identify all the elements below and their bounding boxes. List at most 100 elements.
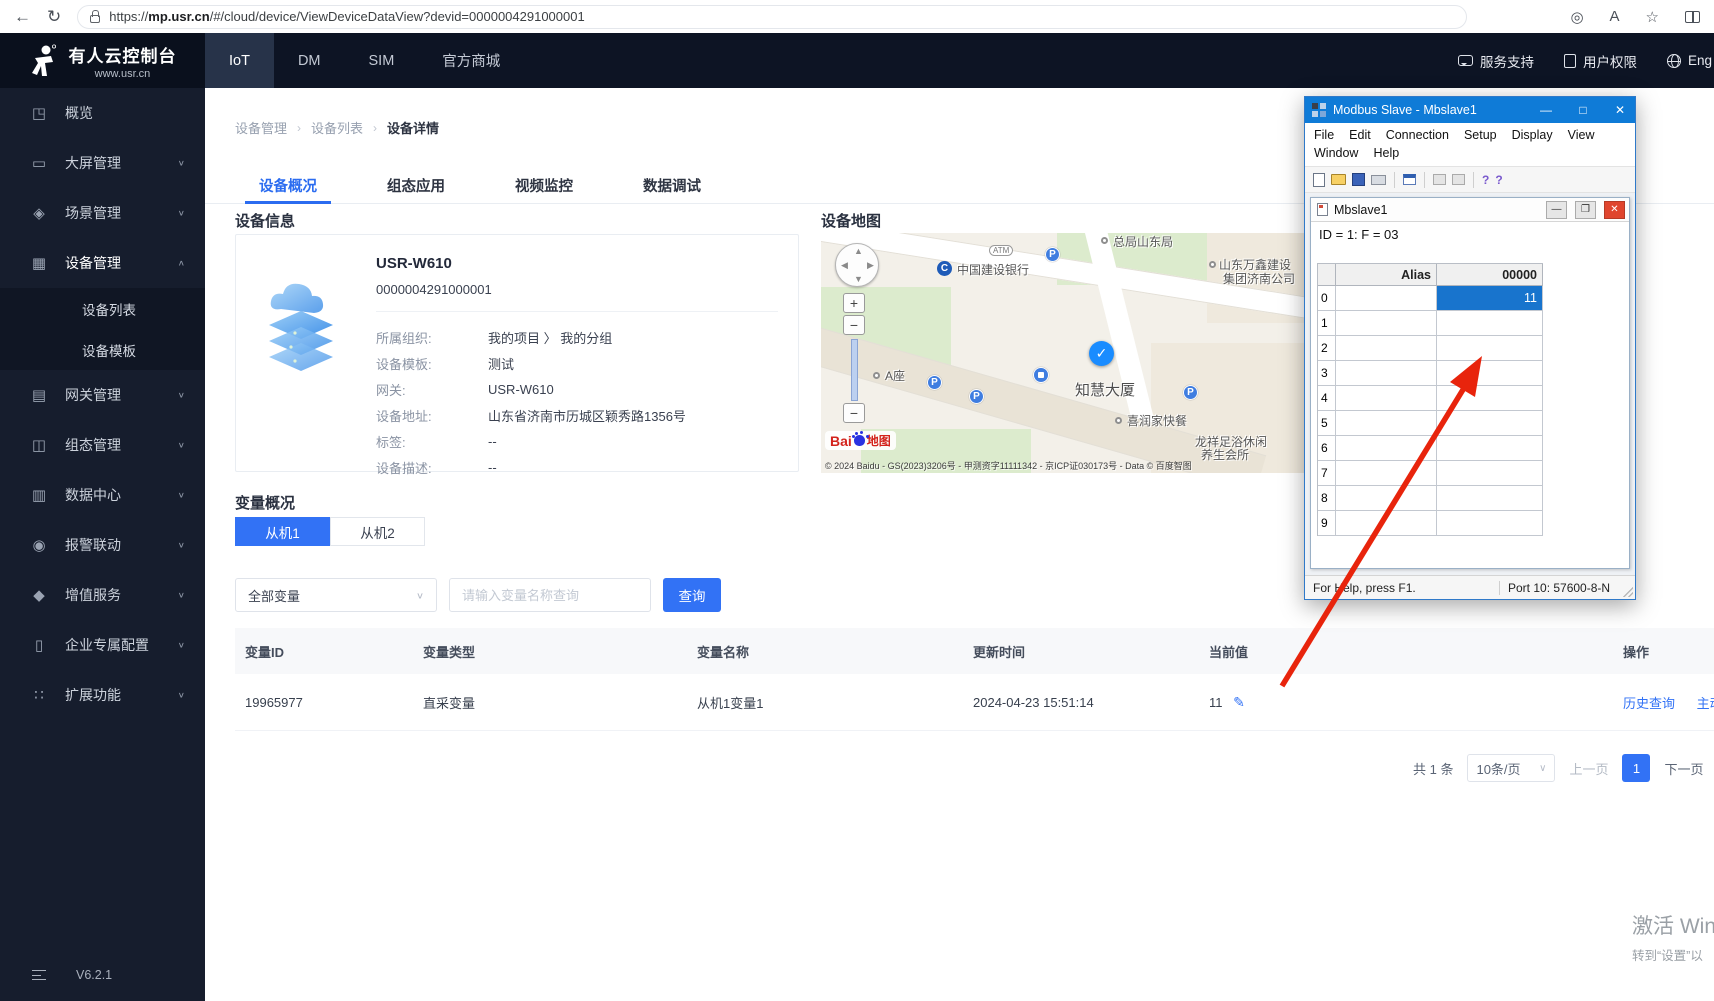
split-screen-icon[interactable]	[1685, 10, 1700, 23]
prev-page-button[interactable]: 上一页	[1569, 759, 1608, 778]
menu-setup[interactable]: Setup	[1464, 128, 1497, 142]
alias-cell[interactable]	[1336, 311, 1437, 336]
sidebar-item-overview[interactable]: ◳ 概览	[0, 88, 205, 138]
map-zoom-out-button[interactable]: −	[843, 315, 865, 335]
resize-grip[interactable]	[1623, 586, 1633, 597]
next-page-button[interactable]: 下一页	[1664, 759, 1703, 778]
child-titlebar[interactable]: Mbslave1 — ❐ ✕	[1311, 198, 1629, 222]
language-switch[interactable]: Eng	[1666, 53, 1712, 68]
map-zoom-out-button[interactable]: −	[843, 403, 865, 423]
tab-data-debugging[interactable]: 数据调试	[619, 168, 725, 203]
read-aloud-icon[interactable]: A	[1610, 8, 1620, 25]
modbus-slave-window[interactable]: Modbus Slave - Mbslave1 — □ ✕ File Edit …	[1304, 96, 1636, 600]
device-location-marker[interactable]: ✓	[1089, 341, 1114, 366]
value-cell[interactable]	[1437, 486, 1543, 511]
alias-cell[interactable]	[1336, 511, 1437, 536]
alias-cell[interactable]	[1336, 436, 1437, 461]
logo[interactable]: 有人云控制台 www.usr.cn	[0, 33, 205, 88]
save-icon[interactable]	[1352, 173, 1365, 186]
back-icon[interactable]: ←	[14, 8, 31, 25]
search-button[interactable]: 查询	[663, 578, 721, 612]
alias-cell[interactable]	[1336, 486, 1437, 511]
value-cell[interactable]	[1437, 336, 1543, 361]
sidebar-subitem-device-list[interactable]: 设备列表	[0, 288, 205, 329]
context-help-icon[interactable]: ?	[1495, 173, 1502, 187]
open-file-icon[interactable]	[1331, 174, 1346, 185]
address-bar[interactable]: https://mp.usr.cn/#/cloud/device/ViewDev…	[77, 4, 1468, 29]
pan-right-icon[interactable]: ▶	[867, 260, 874, 271]
value-cell[interactable]	[1437, 511, 1543, 536]
value-cell[interactable]	[1437, 411, 1543, 436]
help-icon[interactable]: ?	[1482, 173, 1489, 187]
minimize-button[interactable]: —	[1531, 97, 1561, 123]
service-support[interactable]: 服务支持	[1457, 51, 1534, 71]
sidebar-item-enterprise-config[interactable]: ▯ 企业专属配置 ∨	[0, 620, 205, 670]
alias-cell[interactable]	[1336, 411, 1437, 436]
value-cell[interactable]	[1437, 436, 1543, 461]
new-file-icon[interactable]	[1313, 172, 1325, 187]
menu-edit[interactable]: Edit	[1349, 128, 1371, 142]
maximize-button[interactable]: □	[1568, 97, 1598, 123]
url-text[interactable]: https://mp.usr.cn/#/cloud/device/ViewDev…	[109, 9, 584, 24]
tab-configuration-app[interactable]: 组态应用	[363, 168, 469, 203]
breadcrumb-item[interactable]: 设备管理	[235, 118, 287, 137]
slave-tab-1[interactable]: 从机1	[235, 517, 330, 546]
map-zoom-slider[interactable]	[851, 339, 858, 401]
disconnect-icon[interactable]	[1452, 174, 1465, 185]
nav-item-iot[interactable]: IoT	[205, 33, 274, 88]
alias-cell[interactable]	[1336, 461, 1437, 486]
nav-item-mall[interactable]: 官方商城	[418, 33, 524, 88]
value-cell-selected[interactable]: 11	[1437, 286, 1543, 311]
nav-item-sim[interactable]: SIM	[345, 33, 419, 88]
child-restore-button[interactable]: ❐	[1575, 200, 1596, 219]
alias-cell[interactable]	[1336, 386, 1437, 411]
menu-help[interactable]: Help	[1373, 146, 1399, 160]
tab-device-overview[interactable]: 设备概况	[235, 168, 341, 204]
value-cell[interactable]	[1437, 311, 1543, 336]
sidebar-item-alarm-linkage[interactable]: ◉ 报警联动 ∨	[0, 520, 205, 570]
sidebar-item-data-center[interactable]: ▥ 数据中心 ∨	[0, 470, 205, 520]
child-close-button[interactable]: ✕	[1604, 200, 1625, 219]
display-setup-icon[interactable]	[1403, 174, 1416, 185]
user-permissions[interactable]: 用户权限	[1563, 51, 1637, 71]
sidebar-item-screen-management[interactable]: ▭ 大屏管理 ∨	[0, 138, 205, 188]
value-cell[interactable]	[1437, 361, 1543, 386]
connection-icon[interactable]	[1433, 174, 1446, 185]
device-map[interactable]: 总局山东局 ATM P C 中国建设银行 山东万鑫建设 集团济南公司 A座 P …	[821, 233, 1313, 473]
alias-cell[interactable]	[1336, 361, 1437, 386]
edit-value-icon[interactable]: ✎	[1233, 694, 1245, 710]
alias-cell[interactable]	[1336, 336, 1437, 361]
pan-left-icon[interactable]: ◀	[841, 260, 848, 271]
variable-type-select[interactable]: 全部变量 ∨	[235, 578, 437, 612]
page-size-select[interactable]: 10条/页 ∨	[1467, 754, 1556, 782]
breadcrumb-item[interactable]: 设备列表	[311, 118, 363, 137]
variable-search-input[interactable]	[449, 578, 651, 612]
alias-cell[interactable]	[1336, 286, 1437, 311]
sidebar-item-extended-functions[interactable]: ∷ 扩展功能 ∨	[0, 670, 205, 720]
pan-up-icon[interactable]: ▲	[854, 246, 863, 256]
sidebar-subitem-device-template[interactable]: 设备模板	[0, 329, 205, 370]
favorites-icon[interactable]: ☆	[1646, 8, 1659, 26]
current-page-button[interactable]: 1	[1622, 754, 1651, 782]
sidebar-item-gateway-management[interactable]: ▤ 网关管理 ∨	[0, 370, 205, 420]
collapse-sidebar-icon[interactable]	[32, 970, 46, 980]
menu-connection[interactable]: Connection	[1386, 128, 1449, 142]
sidebar-item-device-management[interactable]: ▦ 设备管理 ∧	[0, 238, 205, 288]
map-pan-control[interactable]: ▲ ▼ ◀ ▶	[835, 243, 879, 287]
slave-tab-2[interactable]: 从机2	[330, 517, 425, 546]
menu-window[interactable]: Window	[1314, 146, 1358, 160]
nav-item-dm[interactable]: DM	[274, 33, 345, 88]
print-icon[interactable]	[1371, 174, 1386, 185]
close-button[interactable]: ✕	[1605, 97, 1635, 123]
map-zoom-in-button[interactable]: +	[843, 293, 865, 313]
history-query-link[interactable]: 历史查询	[1623, 696, 1675, 711]
tab-video-monitoring[interactable]: 视频监控	[491, 168, 597, 203]
menu-display[interactable]: Display	[1512, 128, 1553, 142]
sidebar-item-scene-management[interactable]: ◈ 场景管理 ∨	[0, 188, 205, 238]
mbslave1-child-window[interactable]: Mbslave1 — ❐ ✕ ID = 1: F = 03 Alias 0000…	[1310, 197, 1630, 569]
locate-icon[interactable]: ◎	[1570, 8, 1583, 26]
menu-view[interactable]: View	[1568, 128, 1595, 142]
modbus-titlebar[interactable]: Modbus Slave - Mbslave1 — □ ✕	[1305, 97, 1635, 123]
active-collect-link[interactable]: 主动采集	[1697, 696, 1714, 711]
child-minimize-button[interactable]: —	[1546, 200, 1567, 219]
